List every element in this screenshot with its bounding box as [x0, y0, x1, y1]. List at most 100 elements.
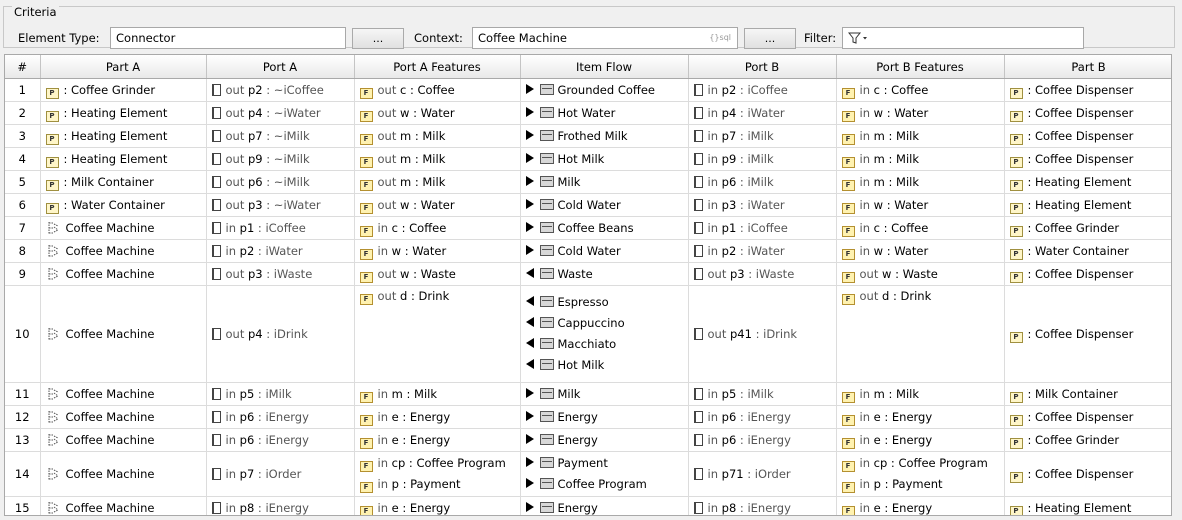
- item-flow-cell[interactable]: Energy: [520, 428, 689, 452]
- port-a-features-cell[interactable]: Fout c : Coffee: [354, 78, 521, 102]
- port-a-features-cell[interactable]: Fin e : Energy: [354, 405, 521, 429]
- port-a-cell[interactable]: in p1 : iCoffee: [206, 216, 355, 240]
- part-b-cell[interactable]: P: Heating Element: [1004, 170, 1171, 194]
- port-a-cell[interactable]: in p6 : iEnergy: [206, 428, 355, 452]
- port-a-features-cell[interactable]: Fout w : Water: [354, 101, 521, 125]
- item-flow-cell[interactable]: Grounded Coffee: [520, 78, 689, 102]
- element-type-field[interactable]: Connector: [110, 27, 346, 49]
- part-b-cell[interactable]: P: Coffee Dispenser: [1004, 101, 1171, 125]
- port-b-features-cell[interactable]: Fin m : Milk: [836, 124, 1005, 148]
- part-a-cell[interactable]: P: Water Container: [40, 193, 207, 217]
- port-b-cell[interactable]: in p6 : iEnergy: [688, 405, 837, 429]
- port-a-features-cell[interactable]: Fout w : Waste: [354, 262, 521, 286]
- part-a-cell[interactable]: P: Coffee Grinder: [40, 78, 207, 102]
- table-row[interactable]: 4P: Heating Element out p9 : ~iMilk Fout m…: [5, 147, 1171, 171]
- port-a-features-cell[interactable]: Fin cp : Coffee Program Fin p : Payment: [354, 451, 521, 497]
- port-b-features-cell[interactable]: Fout d : Drink: [836, 285, 1005, 383]
- part-b-cell[interactable]: P: Coffee Dispenser: [1004, 78, 1171, 102]
- port-b-cell[interactable]: in p2 : iCoffee: [688, 78, 837, 102]
- part-b-cell[interactable]: P: Water Container: [1004, 239, 1171, 263]
- port-b-cell[interactable]: in p6 : iEnergy: [688, 428, 837, 452]
- col-header-port-b[interactable]: Port B: [688, 55, 837, 79]
- port-b-cell[interactable]: in p6 : iMilk: [688, 170, 837, 194]
- col-header-item-flow[interactable]: Item Flow: [520, 55, 689, 79]
- col-header-part-a[interactable]: Part A: [40, 55, 207, 79]
- part-b-cell[interactable]: P: Heating Element: [1004, 496, 1171, 515]
- port-b-cell[interactable]: in p8 : iEnergy: [688, 496, 837, 515]
- part-b-cell[interactable]: P: Coffee Grinder: [1004, 216, 1171, 240]
- part-b-cell[interactable]: P: Coffee Dispenser: [1004, 124, 1171, 148]
- item-flow-cell[interactable]: Frothed Milk: [520, 124, 689, 148]
- port-a-features-cell[interactable]: Fout m : Milk: [354, 147, 521, 171]
- item-flow-cell[interactable]: Coffee Beans: [520, 216, 689, 240]
- col-header-port-a[interactable]: Port A: [206, 55, 355, 79]
- port-a-features-cell[interactable]: Fin w : Water: [354, 239, 521, 263]
- port-b-cell[interactable]: out p3 : iWaste: [688, 262, 837, 286]
- filter-field[interactable]: [842, 27, 1084, 49]
- part-a-cell[interactable]: Coffee Machine: [40, 428, 207, 452]
- port-a-features-cell[interactable]: Fout w : Water: [354, 193, 521, 217]
- item-flow-cell[interactable]: Waste: [520, 262, 689, 286]
- table-row[interactable]: 8 Coffee Machine in p2 : iWater Fin w : Wat…: [5, 239, 1171, 263]
- table-row[interactable]: 5P: Milk Container out p6 : ~iMilk Fout m …: [5, 170, 1171, 194]
- port-b-cell[interactable]: in p5 : iMilk: [688, 382, 837, 406]
- part-b-cell[interactable]: P: Coffee Dispenser: [1004, 285, 1171, 383]
- part-a-cell[interactable]: Coffee Machine: [40, 382, 207, 406]
- port-b-cell[interactable]: in p71 : iOrder: [688, 451, 837, 497]
- port-a-features-cell[interactable]: Fout m : Milk: [354, 124, 521, 148]
- port-a-features-cell[interactable]: Fin e : Energy: [354, 496, 521, 515]
- table-row[interactable]: 2P: Heating Element out p4 : ~iWater Fout …: [5, 101, 1171, 125]
- port-b-features-cell[interactable]: Fin e : Energy: [836, 428, 1005, 452]
- part-b-cell[interactable]: P: Coffee Dispenser: [1004, 405, 1171, 429]
- col-header-part-b[interactable]: Part B: [1004, 55, 1171, 79]
- port-b-cell[interactable]: in p2 : iWater: [688, 239, 837, 263]
- item-flow-cell[interactable]: Cold Water: [520, 193, 689, 217]
- port-a-cell[interactable]: out p2 : ~iCoffee: [206, 78, 355, 102]
- table-row[interactable]: 3P: Heating Element out p7 : ~iMilk Fout m…: [5, 124, 1171, 148]
- part-a-cell[interactable]: P: Heating Element: [40, 124, 207, 148]
- col-header-port-a-features[interactable]: Port A Features: [354, 55, 521, 79]
- part-a-cell[interactable]: Coffee Machine: [40, 405, 207, 429]
- part-b-cell[interactable]: P: Coffee Dispenser: [1004, 147, 1171, 171]
- port-a-features-cell[interactable]: Fin c : Coffee: [354, 216, 521, 240]
- port-b-cell[interactable]: in p1 : iCoffee: [688, 216, 837, 240]
- table-row[interactable]: 9 Coffee Machine out p3 : iWaste Fout w : W…: [5, 262, 1171, 286]
- item-flow-cell[interactable]: Hot Milk: [520, 147, 689, 171]
- item-flow-cell[interactable]: Milk: [520, 170, 689, 194]
- part-a-cell[interactable]: P: Heating Element: [40, 147, 207, 171]
- port-a-cell[interactable]: out p9 : ~iMilk: [206, 147, 355, 171]
- port-b-features-cell[interactable]: Fin w : Water: [836, 193, 1005, 217]
- part-a-cell[interactable]: P: Heating Element: [40, 101, 207, 125]
- port-b-features-cell[interactable]: Fin w : Water: [836, 239, 1005, 263]
- port-a-cell[interactable]: out p3 : iWaste: [206, 262, 355, 286]
- item-flow-cell[interactable]: Milk: [520, 382, 689, 406]
- table-row[interactable]: 12 Coffee Machine in p6 : iEnergy Fin e : E…: [5, 405, 1171, 429]
- port-b-features-cell[interactable]: Fin m : Milk: [836, 382, 1005, 406]
- port-a-features-cell[interactable]: Fin m : Milk: [354, 382, 521, 406]
- table-row[interactable]: 13 Coffee Machine in p6 : iEnergy Fin e : E…: [5, 428, 1171, 452]
- port-a-cell[interactable]: out p3 : ~iWater: [206, 193, 355, 217]
- port-b-features-cell[interactable]: Fin e : Energy: [836, 405, 1005, 429]
- part-a-cell[interactable]: Coffee Machine: [40, 451, 207, 497]
- element-type-browse-button[interactable]: ...: [352, 28, 404, 49]
- part-a-cell[interactable]: Coffee Machine: [40, 262, 207, 286]
- context-field[interactable]: Coffee Machine {}sql: [472, 27, 738, 49]
- col-header-num[interactable]: #: [5, 55, 41, 79]
- port-b-features-cell[interactable]: Fin c : Coffee: [836, 78, 1005, 102]
- item-flow-cell[interactable]: Cold Water: [520, 239, 689, 263]
- table-row[interactable]: 10 Coffee Machine out p4 : iDrink Fout d : …: [5, 285, 1171, 383]
- port-b-features-cell[interactable]: Fin m : Milk: [836, 147, 1005, 171]
- table-row[interactable]: 6P: Water Container out p3 : ~iWater Fout …: [5, 193, 1171, 217]
- part-a-cell[interactable]: Coffee Machine: [40, 239, 207, 263]
- context-browse-button[interactable]: ...: [744, 28, 796, 49]
- item-flow-cell[interactable]: Energy: [520, 405, 689, 429]
- port-b-features-cell[interactable]: Fin m : Milk: [836, 170, 1005, 194]
- port-a-features-cell[interactable]: Fin e : Energy: [354, 428, 521, 452]
- table-row[interactable]: 14 Coffee Machine in p7 : iOrder Fin cp : C…: [5, 451, 1171, 497]
- item-flow-cell[interactable]: Energy: [520, 496, 689, 515]
- table-row[interactable]: 7 Coffee Machine in p1 : iCoffee Fin c : Co…: [5, 216, 1171, 240]
- port-b-features-cell[interactable]: Fin c : Coffee: [836, 216, 1005, 240]
- item-flow-cell[interactable]: Espresso Cappuccino Macchiato Hot Milk: [520, 285, 689, 383]
- col-header-port-b-features[interactable]: Port B Features: [836, 55, 1005, 79]
- port-b-features-cell[interactable]: Fin e : Energy: [836, 496, 1005, 515]
